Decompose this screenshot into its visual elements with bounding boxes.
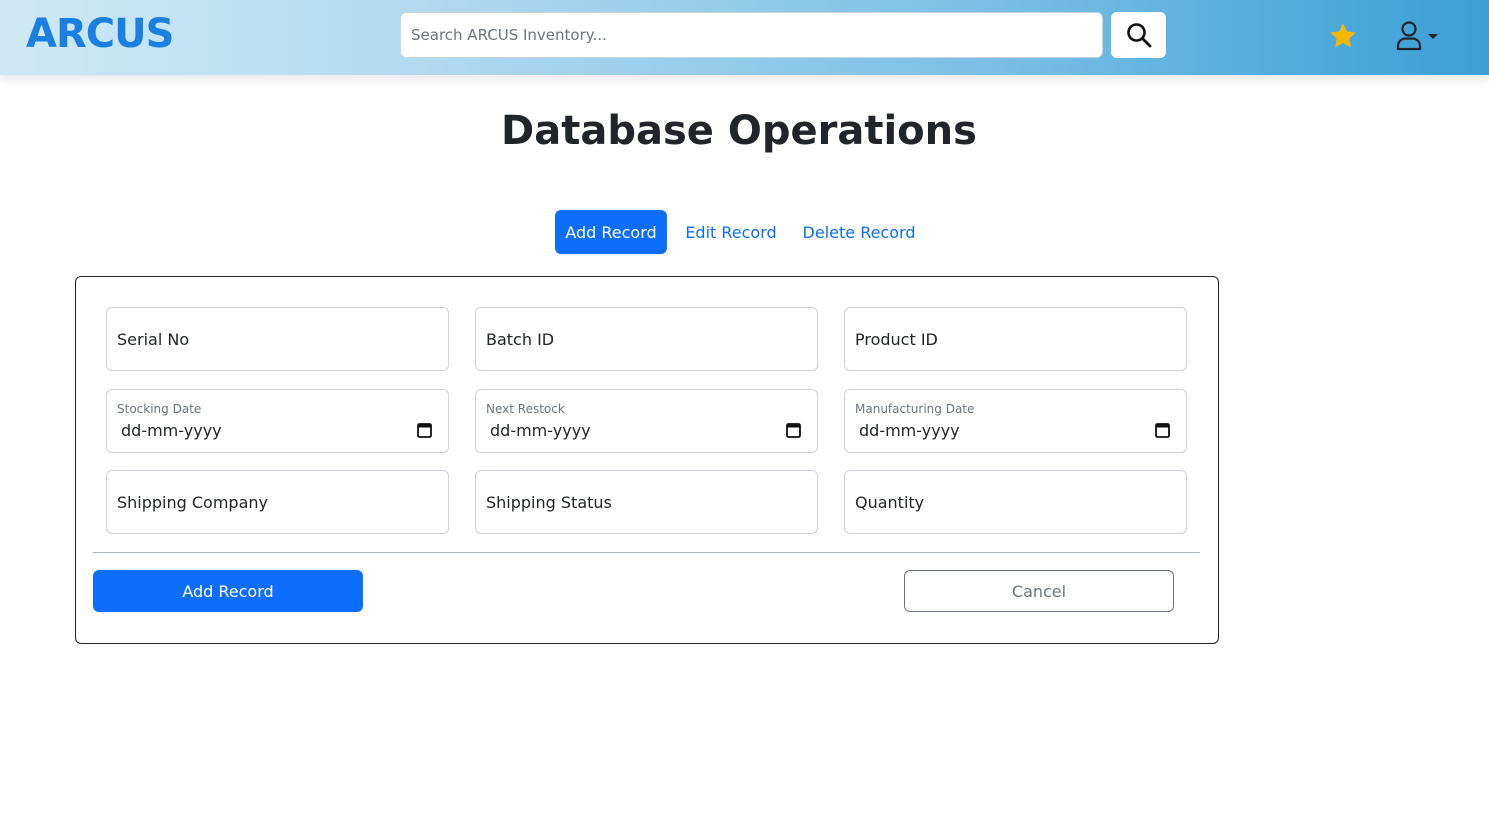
next-restock-field[interactable]: Next Restock dd-mm-yyyy: [475, 389, 818, 453]
stocking-date-value: dd-mm-yyyy: [121, 421, 222, 440]
top-navbar: ARCUS: [0, 0, 1489, 75]
quantity-label: Quantity: [855, 492, 925, 512]
next-restock-value: dd-mm-yyyy: [490, 421, 591, 440]
cancel-button[interactable]: Cancel: [904, 570, 1174, 612]
shipping-status-field[interactable]: Shipping Status: [475, 470, 818, 534]
star-icon: [1330, 23, 1356, 48]
record-operation-tabs: Add Record Edit Record Delete Record: [555, 210, 923, 254]
shipping-company-field[interactable]: Shipping Company: [106, 470, 449, 534]
manufacturing-date-value: dd-mm-yyyy: [859, 421, 960, 440]
manufacturing-date-label: Manufacturing Date: [855, 402, 975, 416]
quantity-field[interactable]: Quantity: [844, 470, 1187, 534]
calendar-icon[interactable]: [1155, 422, 1170, 438]
calendar-icon[interactable]: [417, 422, 432, 438]
add-record-form: Serial No Batch ID Product ID Stocking D…: [75, 276, 1219, 644]
shipping-company-label: Shipping Company: [117, 492, 268, 512]
search-input[interactable]: [400, 12, 1103, 58]
tab-edit-record[interactable]: Edit Record: [667, 210, 795, 254]
tab-delete-record[interactable]: Delete Record: [795, 210, 923, 254]
tab-add-record[interactable]: Add Record: [555, 210, 667, 254]
serial-no-field[interactable]: Serial No: [106, 307, 449, 371]
manufacturing-date-field[interactable]: Manufacturing Date dd-mm-yyyy: [844, 389, 1187, 453]
user-icon: [1396, 21, 1422, 51]
search-icon: [1126, 23, 1151, 48]
serial-no-label: Serial No: [117, 329, 190, 349]
calendar-icon[interactable]: [786, 422, 801, 438]
favorites-button[interactable]: [1325, 18, 1361, 54]
product-id-label: Product ID: [855, 329, 938, 349]
stocking-date-label: Stocking Date: [117, 402, 202, 416]
add-record-button[interactable]: Add Record: [93, 570, 363, 612]
search-button[interactable]: [1111, 12, 1166, 58]
product-id-field[interactable]: Product ID: [844, 307, 1187, 371]
arcus-logo[interactable]: ARCUS: [26, 13, 174, 55]
batch-id-field[interactable]: Batch ID: [475, 307, 818, 371]
shipping-status-label: Shipping Status: [486, 492, 612, 512]
form-divider: [93, 552, 1200, 553]
batch-id-label: Batch ID: [486, 329, 555, 349]
next-restock-label: Next Restock: [486, 402, 565, 416]
user-menu-button[interactable]: [1396, 18, 1444, 54]
stocking-date-field[interactable]: Stocking Date dd-mm-yyyy: [106, 389, 449, 453]
chevron-down-icon: [1428, 33, 1438, 39]
page-title: Database Operations: [501, 108, 977, 154]
